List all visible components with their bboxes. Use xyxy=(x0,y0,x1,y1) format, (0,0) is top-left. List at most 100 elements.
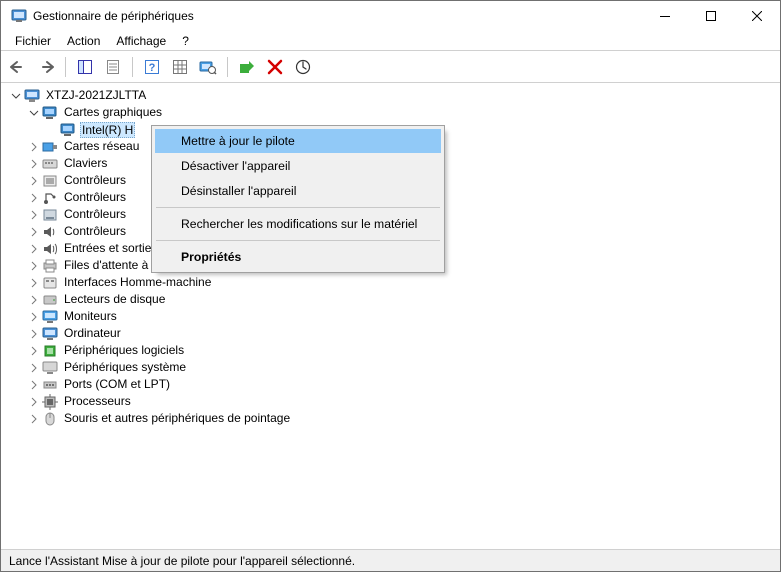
node-label: Claviers xyxy=(62,155,109,172)
statusbar-text: Lance l'Assistant Mise à jour de pilote … xyxy=(9,554,355,568)
context-menu-disable-device[interactable]: Désactiver l'appareil xyxy=(155,154,441,178)
tree-category[interactable]: Lecteurs de disque xyxy=(27,291,780,308)
tree-root-label: XTZJ-2021ZJLTTA xyxy=(44,87,148,104)
menu-file[interactable]: Fichier xyxy=(7,32,59,50)
mouse-icon xyxy=(42,411,58,427)
titlebar: Gestionnaire de périphériques xyxy=(1,1,780,31)
storage-controller-icon xyxy=(42,207,58,223)
forward-button[interactable] xyxy=(35,56,57,78)
context-menu-update-driver[interactable]: Mettre à jour le pilote xyxy=(155,129,441,153)
expand-icon[interactable] xyxy=(27,157,41,171)
node-label: Cartes réseau xyxy=(62,138,141,155)
toolbar: ? xyxy=(1,51,780,83)
context-menu-scan-hardware[interactable]: Rechercher les modifications sur le maté… xyxy=(155,212,441,236)
context-menu-uninstall[interactable]: Désinstaller l'appareil xyxy=(155,179,441,203)
monitor-icon xyxy=(42,309,58,325)
ports-icon xyxy=(42,377,58,393)
expand-icon[interactable] xyxy=(27,208,41,222)
tree-category[interactable]: Moniteurs xyxy=(27,308,780,325)
grid-button[interactable] xyxy=(169,56,191,78)
update-driver-button[interactable] xyxy=(292,56,314,78)
print-queue-icon xyxy=(42,258,58,274)
node-label: Périphériques logiciels xyxy=(62,342,186,359)
tree-category[interactable]: Souris et autres périphériques de pointa… xyxy=(27,410,780,427)
menu-view[interactable]: Affichage xyxy=(108,32,174,50)
help-button[interactable]: ? xyxy=(141,56,163,78)
spacer xyxy=(45,123,59,137)
node-label: Contrôleurs xyxy=(62,206,128,223)
context-menu-properties[interactable]: Propriétés xyxy=(155,245,441,269)
computer-icon xyxy=(42,326,58,342)
system-device-icon xyxy=(42,360,58,376)
minimize-button[interactable] xyxy=(642,1,688,31)
usb-controller-icon xyxy=(42,190,58,206)
enable-device-button[interactable] xyxy=(236,56,258,78)
tree-category[interactable]: Processeurs xyxy=(27,393,780,410)
tree-category-display-adapters[interactable]: Cartes graphiques xyxy=(27,104,780,121)
disk-drive-icon xyxy=(42,292,58,308)
menu-help[interactable]: ? xyxy=(174,32,197,50)
node-label: Processeurs xyxy=(62,393,133,410)
hid-icon xyxy=(42,275,58,291)
collapse-icon[interactable] xyxy=(27,106,41,120)
menubar: Fichier Action Affichage ? xyxy=(1,31,780,51)
device-manager-window: Gestionnaire de périphériques Fichier Ac… xyxy=(0,0,781,572)
computer-icon xyxy=(24,88,40,104)
controller-icon xyxy=(42,173,58,189)
scan-hardware-button[interactable] xyxy=(197,56,219,78)
node-label: Contrôleurs xyxy=(62,223,128,240)
tree-category[interactable]: Interfaces Homme-machine xyxy=(27,274,780,291)
tree-root-node[interactable]: XTZJ-2021ZJLTTA xyxy=(9,87,780,104)
expand-icon[interactable] xyxy=(27,174,41,188)
expand-icon[interactable] xyxy=(27,361,41,375)
context-menu: Mettre à jour le pilote Désactiver l'app… xyxy=(151,125,445,273)
node-label: Cartes graphiques xyxy=(62,104,164,121)
tree-category[interactable]: Périphériques logiciels xyxy=(27,342,780,359)
node-label: Contrôleurs xyxy=(62,172,128,189)
expand-icon[interactable] xyxy=(27,225,41,239)
keyboard-icon xyxy=(42,156,58,172)
app-icon xyxy=(11,8,27,24)
selected-device-label: Intel(R) H xyxy=(80,122,135,138)
show-hide-tree-button[interactable] xyxy=(74,56,96,78)
expand-icon[interactable] xyxy=(27,327,41,341)
close-button[interactable] xyxy=(734,1,780,31)
maximize-button[interactable] xyxy=(688,1,734,31)
audio-io-icon xyxy=(42,241,58,257)
expand-icon[interactable] xyxy=(27,276,41,290)
uninstall-device-button[interactable] xyxy=(264,56,286,78)
context-menu-separator xyxy=(156,207,440,208)
back-button[interactable] xyxy=(7,56,29,78)
menu-action[interactable]: Action xyxy=(59,32,108,50)
expand-icon[interactable] xyxy=(27,191,41,205)
node-label: Lecteurs de disque xyxy=(62,291,167,308)
expand-icon[interactable] xyxy=(27,293,41,307)
window-title: Gestionnaire de périphériques xyxy=(33,9,194,23)
node-label: Interfaces Homme-machine xyxy=(62,274,213,291)
display-adapter-icon xyxy=(60,122,76,138)
node-label: Souris et autres périphériques de pointa… xyxy=(62,410,292,427)
expand-icon[interactable] xyxy=(27,259,41,273)
network-adapter-icon xyxy=(42,139,58,155)
expand-icon[interactable] xyxy=(27,378,41,392)
expand-icon[interactable] xyxy=(27,395,41,409)
device-tree[interactable]: XTZJ-2021ZJLTTA Cartes graphiques xyxy=(1,83,780,549)
tree-category[interactable]: Ports (COM et LPT) xyxy=(27,376,780,393)
tree-category[interactable]: Périphériques système xyxy=(27,359,780,376)
expand-icon[interactable] xyxy=(27,310,41,324)
collapse-icon[interactable] xyxy=(9,89,23,103)
expand-icon[interactable] xyxy=(27,242,41,256)
svg-text:?: ? xyxy=(149,62,156,74)
expand-icon[interactable] xyxy=(27,344,41,358)
expand-icon[interactable] xyxy=(27,412,41,426)
statusbar: Lance l'Assistant Mise à jour de pilote … xyxy=(1,549,780,571)
processor-icon xyxy=(42,394,58,410)
node-label: Moniteurs xyxy=(62,308,119,325)
node-label: Ordinateur xyxy=(62,325,123,342)
expand-icon[interactable] xyxy=(27,140,41,154)
properties-button[interactable] xyxy=(102,56,124,78)
node-label: Périphériques système xyxy=(62,359,188,376)
node-label: Ports (COM et LPT) xyxy=(62,376,172,393)
sound-controller-icon xyxy=(42,224,58,240)
tree-category[interactable]: Ordinateur xyxy=(27,325,780,342)
